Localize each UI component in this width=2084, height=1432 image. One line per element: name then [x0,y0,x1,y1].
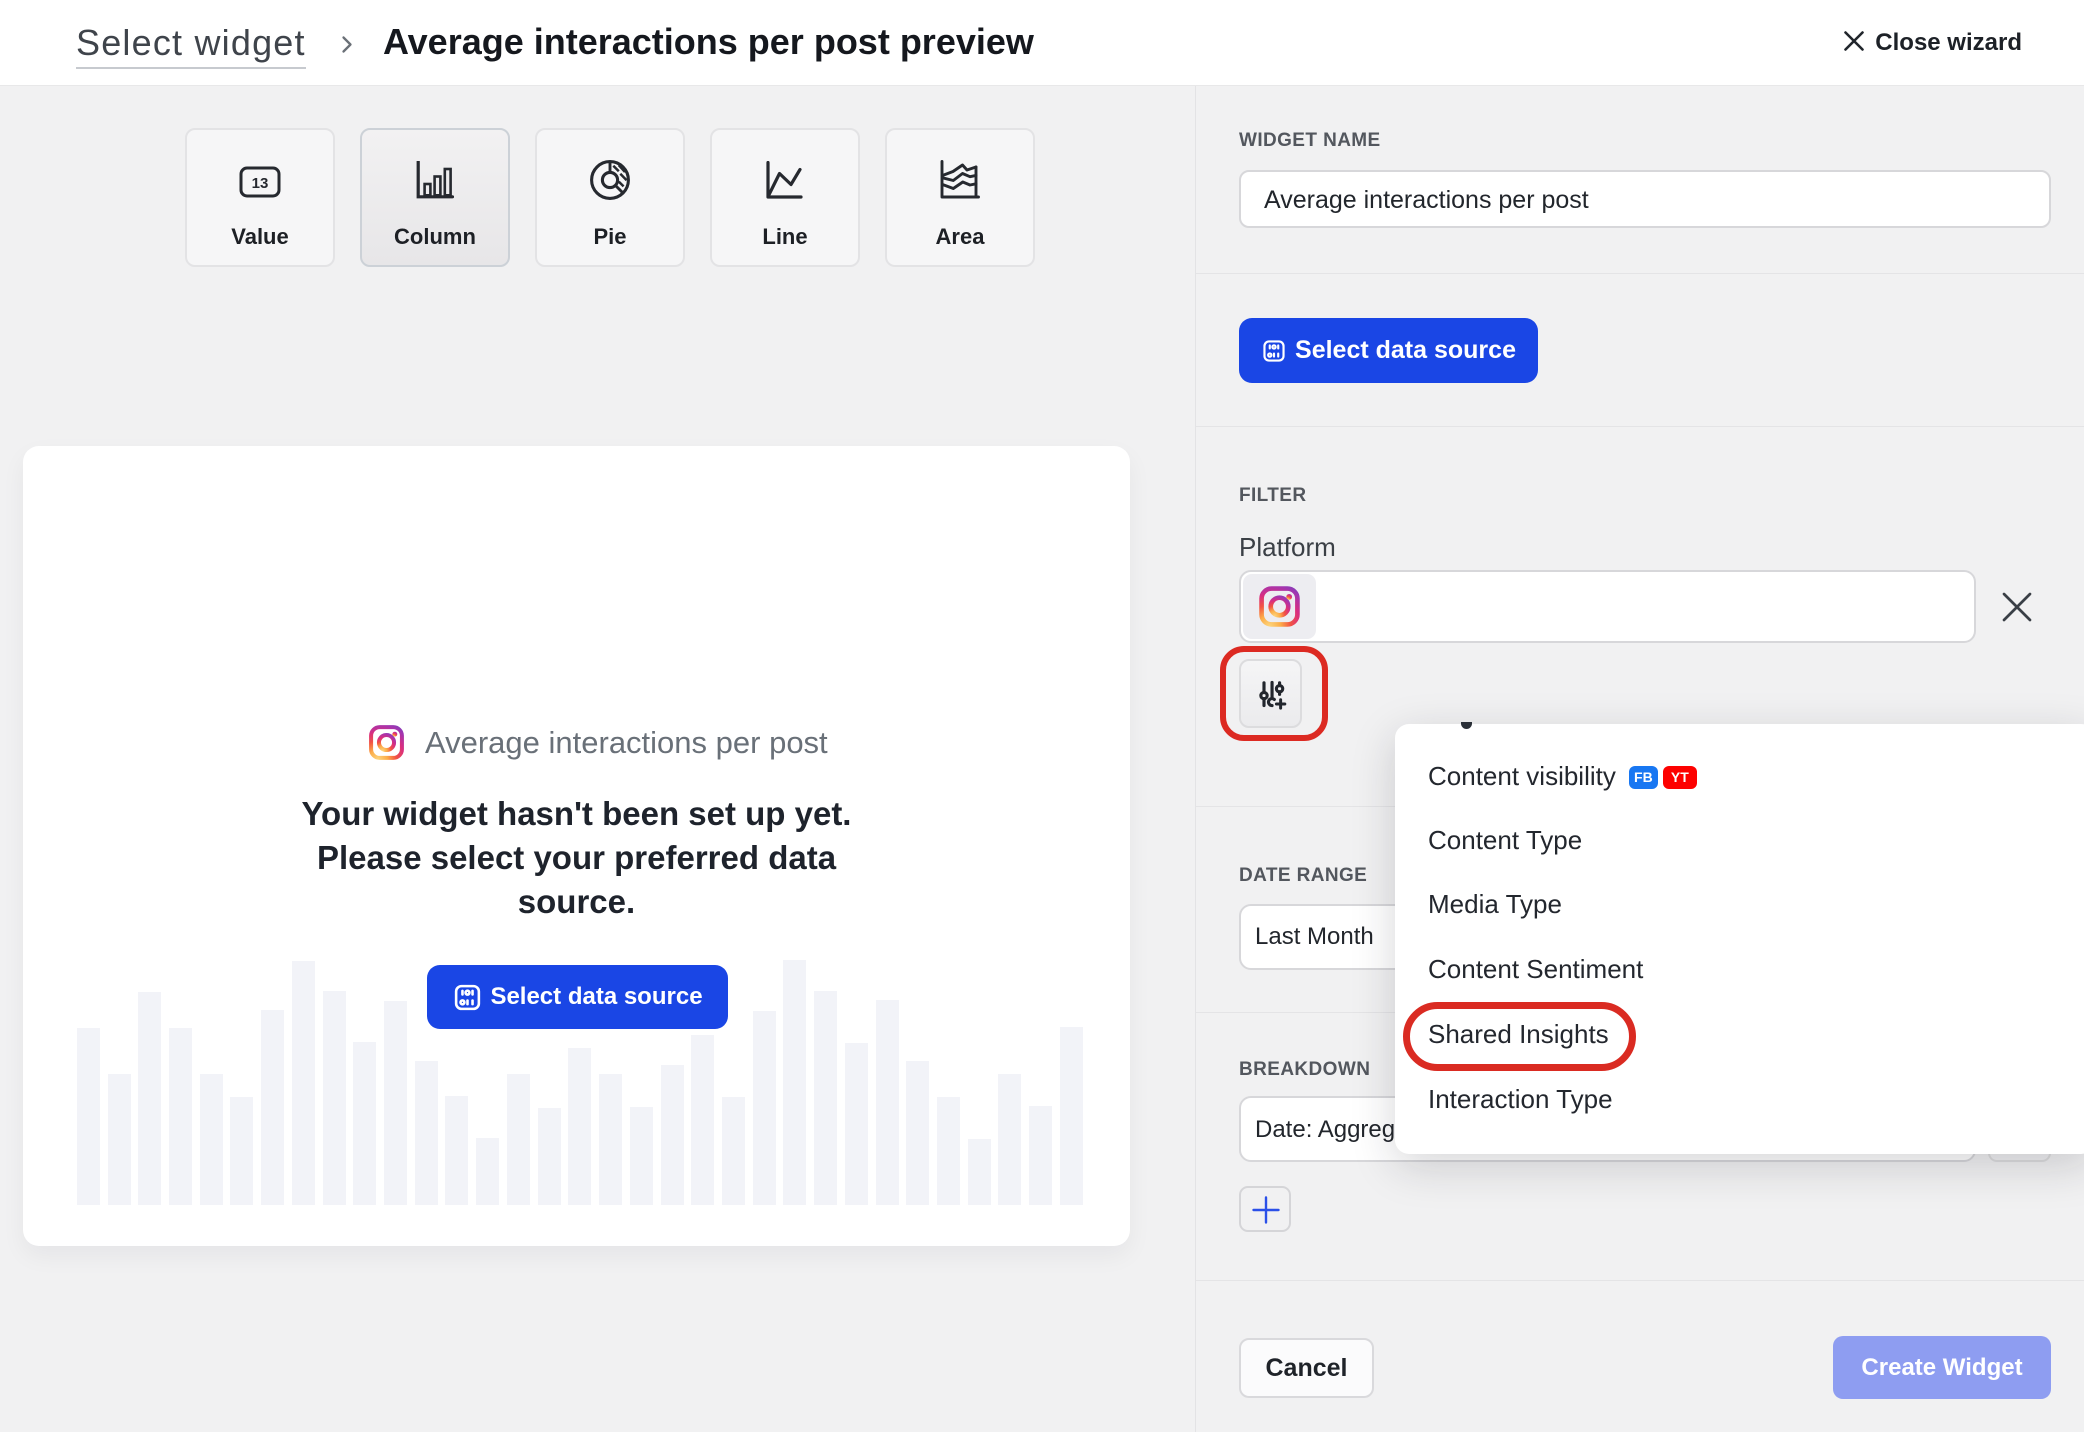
svg-text:13: 13 [252,175,269,192]
